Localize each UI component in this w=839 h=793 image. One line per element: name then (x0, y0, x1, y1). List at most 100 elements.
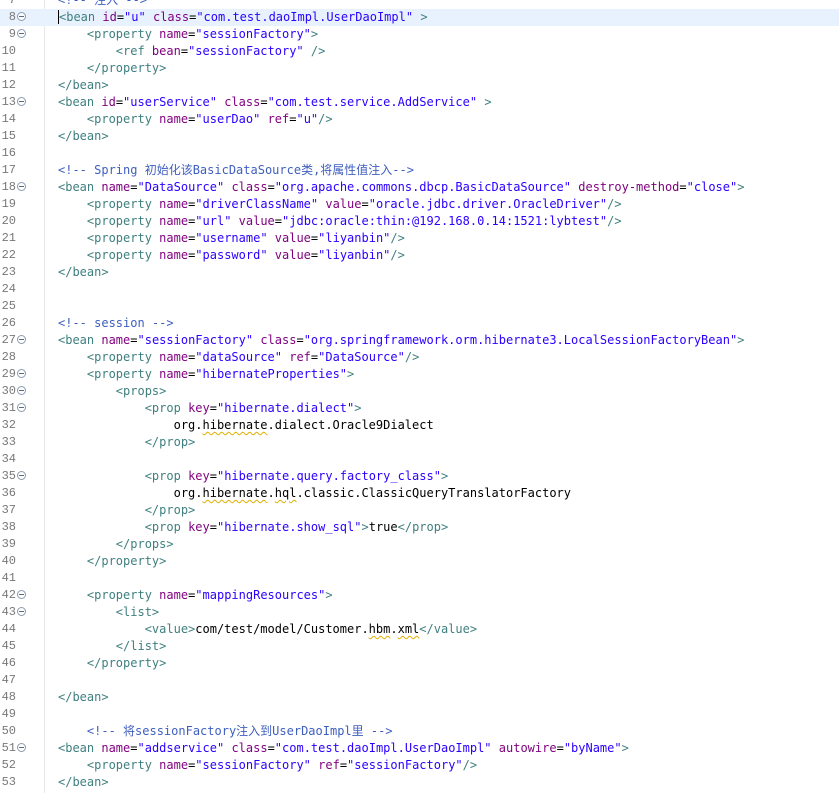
code-line[interactable]: 32 org.hibernate.dialect.Oracle9Dialect (0, 417, 839, 434)
code-line[interactable]: 15 </bean> (0, 128, 839, 145)
line-number: 34 (1, 452, 16, 466)
code-text: </prop> (58, 434, 196, 451)
line-number: 43 (1, 605, 16, 619)
code-text: <property name="username" value="liyanbi… (58, 230, 405, 247)
code-line[interactable]: 37 </prop> (0, 502, 839, 519)
plain-text (58, 401, 145, 415)
code-line[interactable]: 8 <bean id="u" class="com.test.daoImpl.Us… (0, 9, 839, 26)
code-line[interactable]: 35 <prop key="hibernate.query.factory_cl… (0, 468, 839, 485)
xml-attribute: name (159, 350, 189, 364)
code-line[interactable]: 19 <property name = "driverClassName" valu… (0, 196, 839, 213)
xml-tag: <property (86, 27, 160, 41)
fold-collapse-icon[interactable] (17, 403, 26, 412)
xml-attribute-value: "u" (124, 10, 146, 24)
code-line[interactable]: 40 </property> (0, 553, 839, 570)
code-line[interactable]: 43 <list> (0, 604, 839, 621)
code-line[interactable]: 24 (0, 281, 839, 298)
fold-collapse-icon[interactable] (17, 12, 26, 21)
code-text: <property name="url" value="jdbc:oracle:… (58, 213, 622, 230)
code-line[interactable]: 23 </bean> (0, 264, 839, 281)
line-number: 16 (1, 146, 16, 160)
code-line[interactable]: 26 <!-- session --> (0, 315, 839, 332)
fold-collapse-icon[interactable] (17, 386, 26, 395)
xml-attribute-value: "oracle.jdbc.driver.OracleDriver" (368, 197, 608, 211)
line-number: 30 (1, 384, 16, 398)
fold-collapse-icon[interactable] (17, 743, 26, 752)
xml-attribute-value: "liyanbin" (318, 248, 391, 262)
code-line[interactable]: 38 <prop key="hibernate.show_sql">true</… (0, 519, 839, 536)
spellcheck-word: hbm (368, 622, 391, 636)
code-line[interactable]: 44 <value>com/test/model/Customer.hbm.xm… (0, 621, 839, 638)
code-line[interactable]: 34 (0, 451, 839, 468)
fold-collapse-icon[interactable] (17, 471, 26, 480)
fold-collapse-icon[interactable] (17, 182, 26, 191)
code-line[interactable]: 10 <ref bean="sessionFactory" /> (0, 43, 839, 60)
plain-text (492, 741, 499, 755)
xml-tag: > (361, 520, 369, 534)
xml-attribute-value: "hibernateProperties" (195, 367, 348, 381)
fold-collapse-icon[interactable] (17, 607, 26, 616)
code-line[interactable]: 41 (0, 570, 839, 587)
code-line[interactable]: 21 <property name="username" value="liya… (0, 230, 839, 247)
fold-collapse-icon[interactable] (17, 29, 26, 38)
xml-tag: <property (86, 367, 160, 381)
code-line[interactable]: 39 </props> (0, 536, 839, 553)
code-line[interactable]: 25 (0, 298, 839, 315)
code-line[interactable]: 7 <!-- 注入 --> (0, 0, 839, 9)
code-line[interactable]: 14 <property name="userDao" ref="u"/> (0, 111, 839, 128)
code-line[interactable]: 46 </property> (0, 655, 839, 672)
plain-text (58, 469, 145, 483)
fold-collapse-icon[interactable] (17, 590, 26, 599)
code-line[interactable]: 18 <bean name="DataSource" class="org.apa… (0, 179, 839, 196)
plain-text: = (180, 44, 189, 58)
plain-text (268, 231, 275, 245)
code-line[interactable]: 33 </prop> (0, 434, 839, 451)
plain-text: = (267, 180, 275, 194)
code-line[interactable]: 20 <property name="url" value="jdbc:orac… (0, 213, 839, 230)
code-editor[interactable]: 7 <!-- 注入 --> 8 <bean id="u" class="com.tes… (0, 0, 839, 793)
xml-tag: <prop (144, 520, 189, 534)
line-number: 17 (1, 163, 16, 177)
plain-text: .classic.ClassicQueryTranslatorFactory (296, 486, 571, 500)
code-line[interactable]: 13 <bean id="userService" class="com.test… (0, 94, 839, 111)
fold-collapse-icon[interactable] (17, 97, 26, 106)
code-line[interactable]: 45 </list> (0, 638, 839, 655)
code-line[interactable]: 17 <!-- Spring 初始化该BasicDataSource类,将属性值注… (0, 162, 839, 179)
code-line[interactable]: 42 <property name="mappingResources"> (0, 587, 839, 604)
code-line[interactable]: 50 <!-- 将sessionFactory注入到UserDaoImpl里 -… (0, 723, 839, 740)
code-line[interactable]: 16 (0, 145, 839, 162)
code-line[interactable]: 53 </bean> (0, 774, 839, 791)
code-line[interactable]: 27 <bean name="sessionFactory" class="org… (0, 332, 839, 349)
code-line[interactable]: 28 <property name="dataSource" ref="Data… (0, 349, 839, 366)
code-line[interactable]: 22 <property name="password" value="liya… (0, 247, 839, 264)
code-line[interactable]: 30 <props> (0, 383, 839, 400)
code-line[interactable]: 12 </bean> (0, 77, 839, 94)
xml-tag: /> (390, 231, 405, 245)
xml-tag: /> (607, 197, 622, 211)
xml-attribute-value: "com.test.daoImpl.UserDaoImpl" (196, 10, 414, 24)
line-number: 41 (1, 571, 16, 585)
line-number: 35 (1, 469, 16, 483)
code-line[interactable]: 29 <property name="hibernateProperties"> (0, 366, 839, 383)
xml-attribute: id (101, 95, 116, 109)
xml-tag: <bean (58, 333, 102, 347)
code-line[interactable]: 48 </bean> (0, 689, 839, 706)
plain-text: . (390, 622, 398, 636)
code-line[interactable]: 47 (0, 672, 839, 689)
xml-attribute: autowire (498, 741, 557, 755)
code-line[interactable]: 9 <property name="sessionFactory"> (0, 26, 839, 43)
plain-text (58, 605, 116, 619)
fold-collapse-icon[interactable] (17, 369, 26, 378)
plain-text: = (260, 95, 268, 109)
code-area[interactable]: 7 <!-- 注入 --> 8 <bean id="u" class="com.tes… (0, 0, 839, 791)
fold-collapse-icon[interactable] (17, 335, 26, 344)
code-line[interactable]: 11 </property> (0, 60, 839, 77)
code-line[interactable]: 51 <bean name="addservice" class="com.tes… (0, 740, 839, 757)
xml-tag: <list> (115, 605, 160, 619)
xml-tag: > (354, 401, 362, 415)
code-line[interactable]: 31 <prop key="hibernate.dialect"> (0, 400, 839, 417)
code-line[interactable]: 36 org.hibernate.hql.classic.ClassicQuer… (0, 485, 839, 502)
code-line[interactable]: 49 (0, 706, 839, 723)
code-line[interactable]: 52 <property name="sessionFactory" ref="… (0, 757, 839, 774)
code-text: </prop> (58, 502, 196, 519)
